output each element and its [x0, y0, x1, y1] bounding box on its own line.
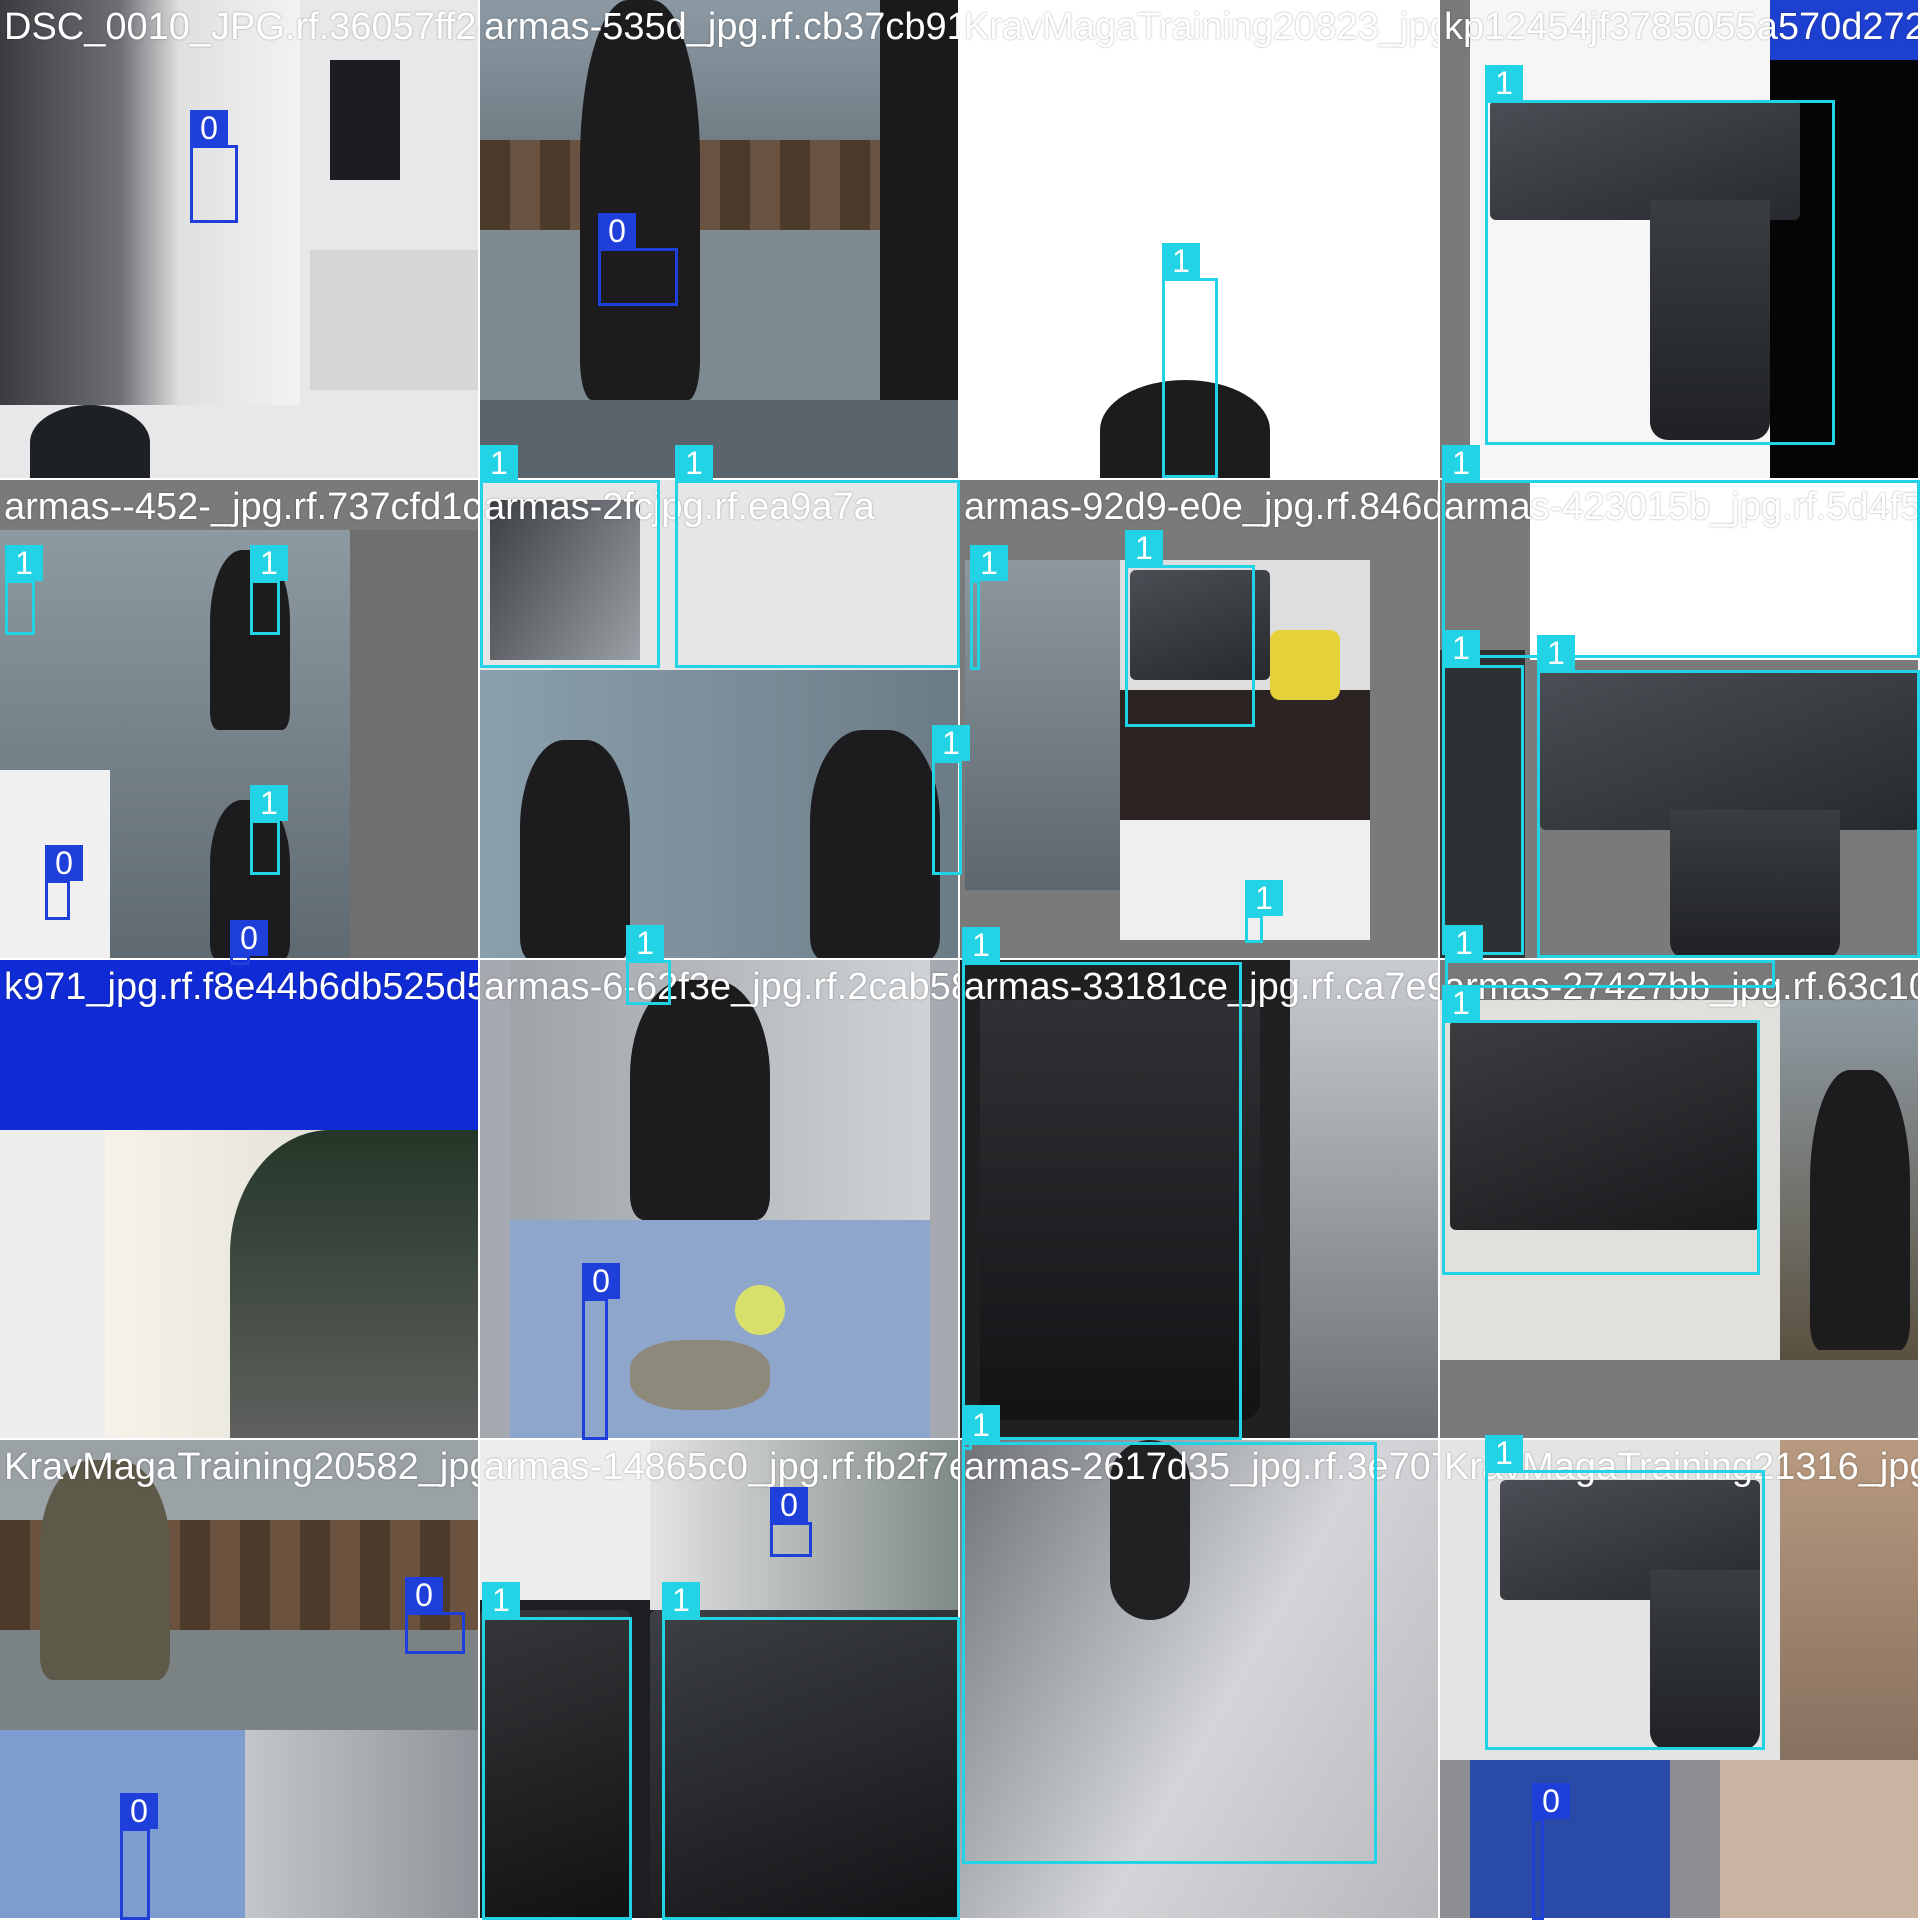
pistol — [1130, 570, 1270, 680]
table — [1120, 690, 1370, 820]
mosaic-tile: KravMagaTraining20582_jpg — [0, 1440, 480, 1920]
tile-filename-label: armas-33181ce_jpg.rf.ca7e95 — [964, 966, 1440, 1008]
pistol-2 — [480, 1610, 630, 1918]
watermark-text: depositphotos — [970, 301, 1294, 359]
fish — [630, 1340, 770, 1410]
tile-filename-label: KravMagaTraining20823_jpg.rf. — [964, 6, 1438, 48]
mosaic-tile: armas-27427bb_jpg.rf.63c105b3 — [1440, 960, 1920, 1440]
monitor — [330, 60, 400, 180]
person-photo — [0, 0, 300, 405]
photo-left — [965, 560, 1120, 890]
mosaic-tile: k971_jpg.rf.f8e44b6db525d58 — [0, 960, 480, 1440]
white-inset — [0, 770, 110, 958]
pistol-slide — [1540, 670, 1918, 830]
pistol-closeup — [960, 1440, 1438, 1918]
person-photo-2 — [30, 405, 150, 478]
dark-edge — [880, 0, 958, 400]
mosaic-tile: armas-92d9-e0e_jpg.rf.846d2d6 — [960, 480, 1440, 960]
mosaic-tile: armas-2fcjpg.rf.ea9a7a — [480, 480, 960, 960]
gray-photo — [245, 1730, 478, 1918]
pistol-grip — [980, 1000, 1260, 1420]
tile-filename-label: KravMagaTraining21316_jpg — [1444, 1446, 1920, 1488]
mosaic-tile: armas-535d_jpg.rf.cb37cb9185094fcd0a37e — [480, 0, 960, 480]
person-figure-2 — [210, 800, 290, 958]
mosaic-tile: armas-6-62f3e_jpg.rf.2cab58d — [480, 960, 960, 1440]
person-figure — [210, 550, 290, 730]
tile-filename-label: armas-2617d35_jpg.rf.3e707fa — [964, 1446, 1440, 1488]
pistol-grip — [1650, 200, 1770, 440]
tile-filename-label: armas-27427bb_jpg.rf.63c105b3 — [1444, 966, 1918, 1008]
mosaic-tile: armas-423015b_jpg.rf.5d4f58b — [1440, 480, 1920, 960]
white-panel — [1120, 820, 1370, 940]
mosaic-tile: armas-2617d35_jpg.rf.3e707fa — [960, 1440, 1440, 1920]
blue-photo — [0, 1730, 245, 1918]
tile-filename-label: armas-6-62f3e_jpg.rf.2cab58d — [484, 966, 960, 1008]
person-figure — [630, 980, 770, 1220]
mosaic-tile: armas-33181ce_jpg.rf.ca7e95 — [960, 960, 1440, 1440]
black-edge — [1770, 0, 1918, 478]
gray-pad — [1370, 560, 1438, 958]
lower-photo — [480, 400, 958, 478]
tile-filename-label: armas--452-_jpg.rf.737cfd1c8f19ad2 — [4, 486, 480, 528]
tile-filename-label: kp12454jf3785055a570d272 — [1444, 6, 1920, 48]
white-wall — [0, 1130, 105, 1438]
tile-filename-label: armas-14865c0_jpg.rf.fb2f7e97 — [484, 1446, 960, 1488]
tile-filename-label: DSC_0010_JPG.rf.36057ff24a7fd58635d4fb4 — [4, 6, 478, 48]
mosaic-tile: depositphotos KravMagaTraining20823_jpg.r… — [960, 0, 1440, 480]
person-sweater — [230, 1130, 478, 1438]
mosaic-tile: kp12454jf3785055a570d272 — [1440, 0, 1920, 480]
person-figure — [40, 1460, 170, 1680]
pistol-grip — [1650, 1570, 1760, 1750]
tile-filename-label: armas-92d9-e0e_jpg.rf.846d2d6 — [964, 486, 1438, 528]
person-figure — [520, 740, 630, 958]
pistol — [1450, 1020, 1760, 1230]
tile-filename-label: armas-423015b_jpg.rf.5d4f58b — [1444, 486, 1920, 528]
mosaic-tile: DSC_0010_JPG.rf.36057ff24a7fd58635d4fb4 — [0, 0, 480, 480]
blue-photo — [1470, 1760, 1670, 1918]
photo-right — [1290, 960, 1438, 1438]
pistol — [650, 1610, 958, 1918]
person-figure — [580, 0, 700, 400]
person-figure-2 — [810, 730, 940, 958]
tile-filename-label: KravMagaTraining20582_jpg — [4, 1446, 480, 1488]
tile-filename-label: armas-2fcjpg.rf.ea9a7a — [484, 486, 875, 528]
pistol-edge — [1440, 650, 1525, 958]
sponge-cube — [1270, 630, 1340, 700]
tile-filename-label: k971_jpg.rf.f8e44b6db525d58 — [4, 966, 480, 1008]
tile-filename-label: armas-535d_jpg.rf.cb37cb9185094fcd0a37e — [484, 6, 958, 48]
lemon — [735, 1285, 785, 1335]
mosaic-tile: armas-14865c0_jpg.rf.fb2f7e97 — [480, 1440, 960, 1920]
desk — [310, 250, 478, 390]
gray-pad — [350, 530, 478, 958]
person-figure — [1810, 1070, 1910, 1350]
mosaic-tile: KravMagaTraining21316_jpg — [1440, 1440, 1920, 1920]
face-photo — [1720, 1760, 1918, 1918]
mosaic-tile: armas--452-_jpg.rf.737cfd1c8f19ad2 — [0, 480, 480, 960]
hand — [1100, 380, 1270, 478]
mosaic-grid: DSC_0010_JPG.rf.36057ff24a7fd58635d4fb4a… — [0, 0, 1920, 1920]
pistol-grip — [1670, 810, 1840, 958]
